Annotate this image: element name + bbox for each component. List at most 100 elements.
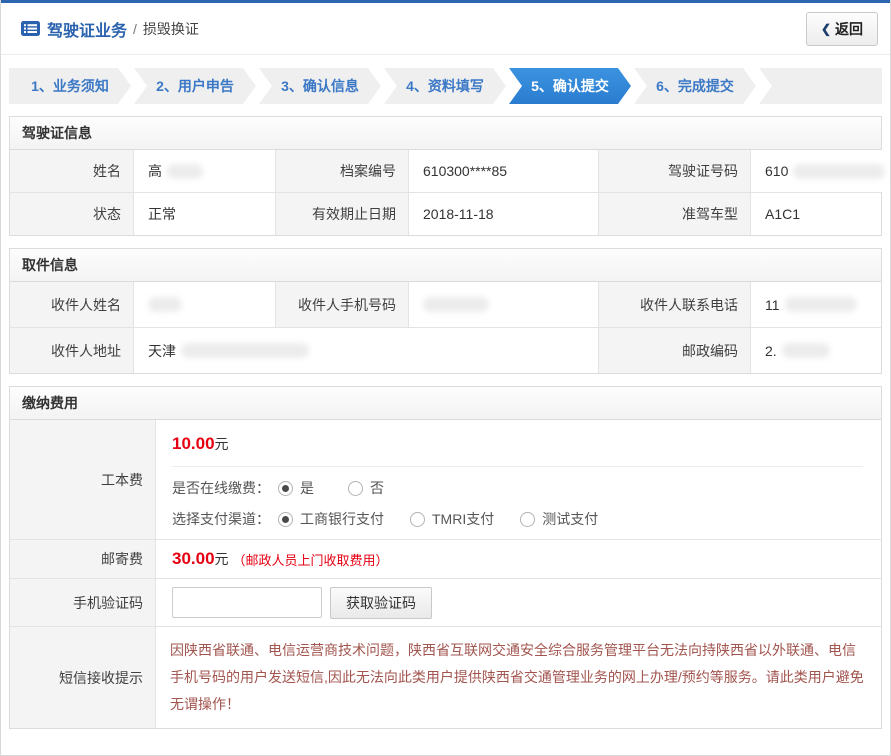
radio-online-yes-label: 是 <box>300 478 314 498</box>
step-2-label: 2、用户申告 <box>156 76 234 96</box>
radio-online-no-label: 否 <box>370 478 384 498</box>
breadcrumb-root[interactable]: 驾驶证业务 <box>47 17 127 41</box>
status-value: 正常 <box>134 193 276 235</box>
table-row: 姓名 高 档案编号 610300****85 驾驶证号码 610 <box>10 150 881 193</box>
radio-circle-icon <box>278 481 293 496</box>
footer-actions: 上一步 完成 <box>1 729 890 756</box>
license-no-label: 驾驶证号码 <box>599 150 751 192</box>
redacted-blur <box>785 297 857 312</box>
step-5-active: 5、确认提交 <box>509 68 631 104</box>
zip-code-value: 2. <box>751 328 881 373</box>
recipient-phone-label: 收件人联系电话 <box>599 282 751 327</box>
back-chevron-icon: ❮ <box>821 22 831 36</box>
recipient-mobile-label: 收件人手机号码 <box>276 282 409 327</box>
radio-circle-icon <box>348 481 363 496</box>
license-info-section: 驾驶证信息 姓名 高 档案编号 610300****85 驾驶证号码 610 状… <box>9 116 882 236</box>
radio-circle-icon <box>520 512 535 527</box>
redacted-blur <box>167 164 203 179</box>
postage-value: 30.00元 （邮政人员上门收取费用） <box>156 540 881 578</box>
license-info-title: 驾驶证信息 <box>10 117 881 150</box>
sms-tip-label: 短信接收提示 <box>10 627 156 728</box>
step-4: 4、资料填写 <box>384 68 506 104</box>
redacted-blur <box>782 343 830 358</box>
radio-channel-icbc-label: 工商银行支付 <box>300 509 384 529</box>
breadcrumb-separator: / <box>133 21 137 37</box>
expiry-label: 有效期止日期 <box>276 193 409 235</box>
postage-label: 邮寄费 <box>10 540 156 578</box>
work-fee-amount-line: 10.00元 <box>172 420 863 467</box>
redacted-blur <box>793 164 885 179</box>
redacted-blur <box>148 297 182 312</box>
recipient-address-label: 收件人地址 <box>10 328 134 373</box>
radio-circle-icon <box>278 512 293 527</box>
sms-code-field: 获取验证码 <box>156 579 881 626</box>
work-fee-label: 工本费 <box>10 420 156 539</box>
radio-online-no[interactable]: 否 <box>348 478 384 498</box>
step-2: 2、用户申告 <box>134 68 256 104</box>
page: 驾驶证业务 / 损毁换证 ❮ 返回 1、业务须知 2、用户申告 3、确认信息 4… <box>0 0 891 756</box>
zip-code-label: 邮政编码 <box>599 328 751 373</box>
recipient-address-value: 天津 <box>134 328 599 373</box>
table-row: 状态 正常 有效期止日期 2018-11-18 准驾车型 A1C1 <box>10 193 881 235</box>
name-value: 高 <box>134 150 276 192</box>
get-code-button[interactable]: 获取验证码 <box>330 587 432 619</box>
channel-label: 选择支付渠道： <box>172 509 270 529</box>
step-4-label: 4、资料填写 <box>406 76 484 96</box>
fees-section: 缴纳费用 工本费 10.00元 是否在线缴费： 是 否 选择支付渠道： 工商银行… <box>9 386 882 729</box>
sms-code-label: 手机验证码 <box>10 579 156 626</box>
table-row: 收件人地址 天津 邮政编码 2. <box>10 328 881 373</box>
radio-circle-icon <box>410 512 425 527</box>
step-6-label: 6、完成提交 <box>656 76 734 96</box>
pickup-info-title: 取件信息 <box>10 249 881 282</box>
sms-tip-cell: 因陕西省联通、电信运营商技术问题，陕西省互联网交通安全综合服务管理平台无法向持陕… <box>156 627 881 728</box>
fees-title: 缴纳费用 <box>10 387 881 420</box>
file-no-label: 档案编号 <box>276 150 409 192</box>
recipient-name-value <box>134 282 276 327</box>
table-row: 收件人姓名 收件人手机号码 收件人联系电话 11 <box>10 282 881 328</box>
sms-tip-text: 因陕西省联通、电信运营商技术问题，陕西省互联网交通安全综合服务管理平台无法向持陕… <box>156 627 881 728</box>
license-no-value: 610 <box>751 150 885 192</box>
pickup-info-section: 取件信息 收件人姓名 收件人手机号码 收件人联系电话 11 收件人地址 天津 邮… <box>9 248 882 374</box>
postage-amount: 30.00 <box>172 549 215 569</box>
license-list-icon <box>21 21 40 36</box>
recipient-mobile-value <box>409 282 599 327</box>
radio-channel-icbc[interactable]: 工商银行支付 <box>278 509 384 529</box>
breadcrumb: 驾驶证业务 / 损毁换证 <box>21 17 199 41</box>
table-row: 邮寄费 30.00元 （邮政人员上门收取费用） <box>10 540 881 579</box>
step-wizard-filler <box>759 68 882 104</box>
vehicle-class-label: 准驾车型 <box>599 193 751 235</box>
sms-code-input[interactable] <box>172 587 322 618</box>
radio-channel-test[interactable]: 测试支付 <box>520 509 598 529</box>
work-fee-unit: 元 <box>215 436 229 452</box>
work-fee-value: 10.00元 是否在线缴费： 是 否 选择支付渠道： 工商银行支付 TMRI支付… <box>156 420 881 539</box>
recipient-phone-value: 11 <box>751 282 881 327</box>
table-row: 工本费 10.00元 是否在线缴费： 是 否 选择支付渠道： 工商银行支付 TM… <box>10 420 881 540</box>
step-6: 6、完成提交 <box>634 68 756 104</box>
table-row: 手机验证码 获取验证码 <box>10 579 881 627</box>
redacted-blur <box>423 297 489 312</box>
radio-channel-tmri-label: TMRI支付 <box>432 509 494 529</box>
online-pay-label: 是否在线缴费： <box>172 478 270 498</box>
postage-note: （邮政人员上门收取费用） <box>233 550 389 569</box>
name-label: 姓名 <box>10 150 134 192</box>
step-wizard: 1、业务须知 2、用户申告 3、确认信息 4、资料填写 5、确认提交 6、完成提… <box>9 68 882 104</box>
back-button[interactable]: ❮ 返回 <box>806 12 878 46</box>
table-row: 短信接收提示 因陕西省联通、电信运营商技术问题，陕西省互联网交通安全综合服务管理… <box>10 627 881 728</box>
postage-unit: 元 <box>215 549 229 569</box>
radio-online-yes[interactable]: 是 <box>278 478 314 498</box>
step-1: 1、业务须知 <box>9 68 131 104</box>
step-3: 3、确认信息 <box>259 68 381 104</box>
channel-line: 选择支付渠道： 工商银行支付 TMRI支付 测试支付 <box>172 509 881 529</box>
file-no-value: 610300****85 <box>409 150 599 192</box>
online-pay-line: 是否在线缴费： 是 否 <box>172 478 881 498</box>
work-fee-amount: 10.00 <box>172 434 215 453</box>
header: 驾驶证业务 / 损毁换证 ❮ 返回 <box>1 3 890 55</box>
radio-channel-tmri[interactable]: TMRI支付 <box>410 509 494 529</box>
back-button-label: 返回 <box>835 19 863 39</box>
status-label: 状态 <box>10 193 134 235</box>
recipient-name-label: 收件人姓名 <box>10 282 134 327</box>
vehicle-class-value: A1C1 <box>751 193 881 235</box>
step-5-label: 5、确认提交 <box>531 76 609 96</box>
redacted-blur <box>181 343 309 358</box>
radio-channel-test-label: 测试支付 <box>542 509 598 529</box>
